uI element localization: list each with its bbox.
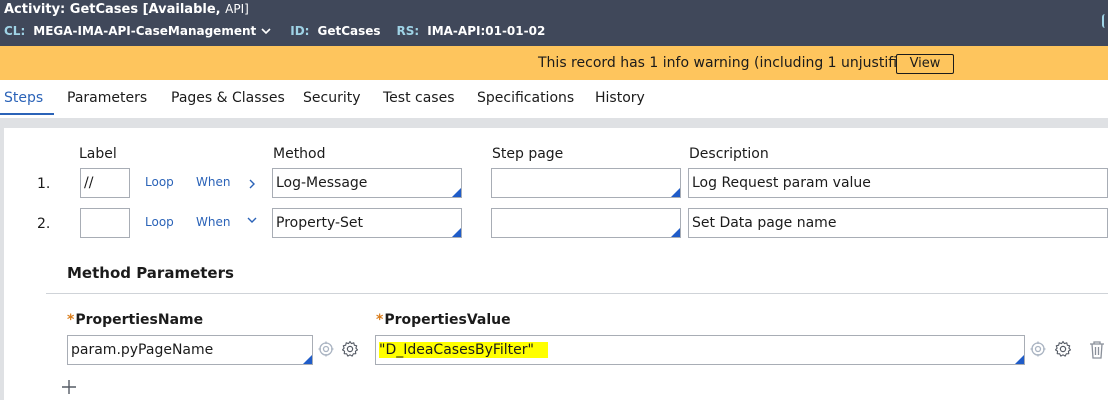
rs-label: RS: xyxy=(396,24,420,38)
class-label: CL: xyxy=(4,24,26,38)
column-step-page: Step page xyxy=(492,146,564,162)
autocomplete-corner-icon xyxy=(452,188,461,197)
autocomplete-corner-icon xyxy=(1015,355,1024,364)
rs-value: IMA-API:01-01-02 xyxy=(427,24,546,38)
when-link[interactable]: When xyxy=(196,215,230,229)
warning-text: This record has 1 info warning (includin… xyxy=(538,55,920,71)
method-value: Property-Set xyxy=(276,215,364,231)
properties-name-input[interactable]: param.pyPageName xyxy=(67,335,313,365)
record-meta: CL: MEGA-IMA-API-CaseManagement ID: GetC… xyxy=(4,24,561,38)
chevron-down-icon[interactable] xyxy=(260,25,272,37)
required-marker: * xyxy=(376,312,384,328)
properties-name-value: param.pyPageName xyxy=(71,342,214,358)
step-label-input[interactable] xyxy=(80,208,130,238)
description-input[interactable]: Set Data page name xyxy=(688,208,1108,238)
column-label: Label xyxy=(79,146,117,162)
tab-security[interactable]: Security xyxy=(303,90,361,106)
tab-parameters[interactable]: Parameters xyxy=(67,90,147,106)
properties-value-highlighted: "D_IdeaCasesByFilter" xyxy=(379,342,548,358)
target-icon[interactable] xyxy=(318,341,334,357)
method-value: Log-Message xyxy=(276,175,368,191)
method-input[interactable]: Property-Set xyxy=(272,208,462,238)
gear-icon[interactable] xyxy=(341,340,359,358)
properties-value-label-text: PropertiesValue xyxy=(384,312,511,328)
chevron-down-icon[interactable] xyxy=(246,214,258,226)
active-tab-indicator xyxy=(0,113,54,115)
plus-icon[interactable] xyxy=(61,379,77,395)
step-label-input[interactable]: // xyxy=(80,168,130,198)
properties-name-label: *PropertiesName xyxy=(67,312,203,328)
autocomplete-corner-icon xyxy=(452,228,461,237)
class-value-link[interactable]: MEGA-IMA-API-CaseManagement xyxy=(33,24,256,38)
method-parameters-title: Method Parameters xyxy=(67,264,234,282)
record-title: Activity: GetCases [Available, API] xyxy=(4,2,249,17)
autocomplete-corner-icon xyxy=(671,188,680,197)
tab-pages-classes[interactable]: Pages & Classes xyxy=(171,90,285,106)
step-page-input[interactable] xyxy=(491,168,681,198)
column-method: Method xyxy=(273,146,326,162)
record-header: Activity: GetCases [Available, API] CL: … xyxy=(0,0,1108,46)
required-marker: * xyxy=(67,312,75,328)
step-number: 2. xyxy=(37,216,51,232)
tab-bar: Steps Parameters Pages & Classes Securit… xyxy=(0,80,1108,118)
record-title-text: Activity: GetCases [Available, xyxy=(4,2,221,17)
tab-test-cases[interactable]: Test cases xyxy=(383,90,455,106)
method-input[interactable]: Log-Message xyxy=(272,168,462,198)
when-link[interactable]: When xyxy=(196,175,230,189)
tab-steps[interactable]: Steps xyxy=(4,90,43,106)
warning-banner: This record has 1 info warning (includin… xyxy=(0,46,1108,80)
column-description: Description xyxy=(689,146,769,162)
autocomplete-corner-icon xyxy=(671,228,680,237)
record-title-tag: API] xyxy=(225,2,249,16)
tab-specifications[interactable]: Specifications xyxy=(477,90,574,106)
description-input[interactable]: Log Request param value xyxy=(688,168,1108,198)
autocomplete-corner-icon xyxy=(303,355,312,364)
step-page-input[interactable] xyxy=(491,208,681,238)
tab-history[interactable]: History xyxy=(595,90,645,106)
trash-icon[interactable] xyxy=(1088,340,1106,360)
loop-link[interactable]: Loop xyxy=(145,215,174,229)
section-divider xyxy=(46,293,1108,294)
chevron-right-icon[interactable] xyxy=(246,178,258,190)
properties-value-label: *PropertiesValue xyxy=(376,312,511,328)
id-label: ID: xyxy=(290,24,310,38)
gear-icon[interactable] xyxy=(1054,340,1072,358)
header-action-icon[interactable] xyxy=(1102,14,1108,28)
id-value: GetCases xyxy=(317,24,381,38)
target-icon[interactable] xyxy=(1030,341,1046,357)
properties-name-label-text: PropertiesName xyxy=(75,312,204,328)
view-warning-button[interactable]: View xyxy=(896,54,954,74)
step-number: 1. xyxy=(37,176,51,192)
loop-link[interactable]: Loop xyxy=(145,175,174,189)
properties-value-input[interactable]: "D_IdeaCasesByFilter" xyxy=(375,335,1025,365)
